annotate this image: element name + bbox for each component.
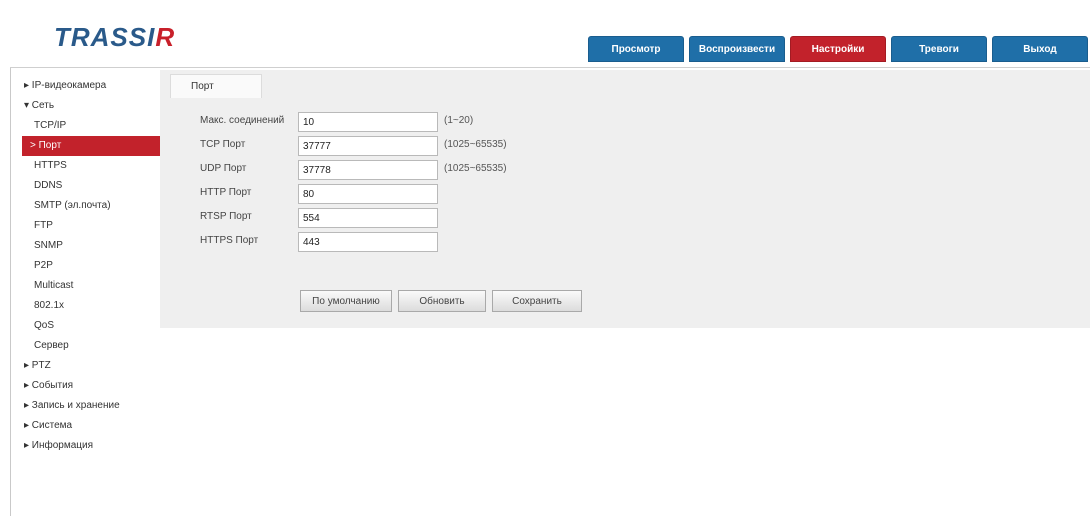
tab-label: Порт [191, 81, 214, 92]
port-settings-panel: Макс. соединений (1~20) TCP Порт (1025~6… [160, 98, 1090, 328]
form-row-http-port: HTTP Порт [200, 184, 700, 204]
form-row-max-connections: Макс. соединений (1~20) [200, 112, 700, 132]
sidebar-item-smtp[interactable]: SMTP (эл.почта) [10, 196, 160, 216]
nav-tab-label: Воспроизвести [698, 43, 776, 55]
form-row-udp-port: UDP Порт (1025~65535) [200, 160, 700, 180]
nav-tab-label: Настройки [811, 43, 865, 55]
sidebar-item-info[interactable]: ▸ Информация [10, 436, 160, 456]
sidebar-item-ddns[interactable]: DDNS [10, 176, 160, 196]
https-port-input[interactable] [298, 232, 438, 252]
nav-tab-label: Выход [1023, 43, 1057, 55]
sidebar-item-events[interactable]: ▸ События [10, 376, 160, 396]
sidebar-item-snmp[interactable]: SNMP [10, 236, 160, 256]
sidebar-item-network[interactable]: ▾ Сеть [10, 96, 160, 116]
refresh-button[interactable]: Обновить [398, 290, 486, 312]
sidebar-item-ftp[interactable]: FTP [10, 216, 160, 236]
rtsp-port-label: RTSP Порт [200, 211, 252, 222]
tcp-port-hint: (1025~65535) [444, 139, 507, 150]
form-row-tcp-port: TCP Порт (1025~65535) [200, 136, 700, 156]
nav-tab-label: Тревоги [919, 43, 959, 55]
logo-text: TRASSI [54, 22, 156, 52]
rtsp-port-input[interactable] [298, 208, 438, 228]
sidebar-item-8021x[interactable]: 802.1x [10, 296, 160, 316]
sidebar-item-https[interactable]: HTTPS [10, 156, 160, 176]
sidebar-item-qos[interactable]: QoS [10, 316, 160, 336]
nav-tab-label: Просмотр [611, 43, 661, 55]
sidebar-item-ptz[interactable]: ▸ PTZ [10, 356, 160, 376]
udp-port-label: UDP Порт [200, 163, 247, 174]
http-port-input[interactable] [298, 184, 438, 204]
nav-tab-playback[interactable]: Воспроизвести [689, 36, 785, 62]
nav-tab-settings[interactable]: Настройки [790, 36, 886, 62]
nav-tab-live[interactable]: Просмотр [588, 36, 684, 62]
sidebar-item-storage[interactable]: ▸ Запись и хранение [10, 396, 160, 416]
save-button[interactable]: Сохранить [492, 290, 582, 312]
max-connections-label: Макс. соединений [200, 115, 285, 126]
logo-accent: R [155, 22, 176, 52]
udp-port-input[interactable] [298, 160, 438, 180]
sidebar-item-port[interactable]: > Порт [22, 136, 160, 156]
content-area: Порт Макс. соединений (1~20) TCP Порт (1… [160, 70, 1090, 328]
tcp-port-input[interactable] [298, 136, 438, 156]
max-connections-input[interactable] [298, 112, 438, 132]
tcp-port-label: TCP Порт [200, 139, 246, 150]
sidebar-item-server[interactable]: Сервер [10, 336, 160, 356]
sidebar-item-tcpip[interactable]: TCP/IP [10, 116, 160, 136]
nav-tab-alarm[interactable]: Тревоги [891, 36, 987, 62]
udp-port-hint: (1025~65535) [444, 163, 507, 174]
form-row-rtsp-port: RTSP Порт [200, 208, 700, 228]
sidebar-item-p2p[interactable]: P2P [10, 256, 160, 276]
form-row-https-port: HTTPS Порт [200, 232, 700, 252]
http-port-label: HTTP Порт [200, 187, 252, 198]
sidebar-item-multicast[interactable]: Multicast [10, 276, 160, 296]
default-button[interactable]: По умолчанию [300, 290, 392, 312]
sidebar-item-system[interactable]: ▸ Система [10, 416, 160, 436]
https-port-label: HTTPS Порт [200, 235, 259, 246]
trassir-logo: TRASSIR [54, 22, 175, 53]
tab-port[interactable]: Порт [170, 74, 262, 98]
sidebar-item-camera[interactable]: ▸ IP-видеокамера [10, 76, 160, 96]
nav-tab-logout[interactable]: Выход [992, 36, 1088, 62]
max-connections-hint: (1~20) [444, 115, 474, 126]
sidebar-menu: ▸ IP-видеокамера ▾ Сеть TCP/IP > Порт HT… [10, 76, 160, 456]
